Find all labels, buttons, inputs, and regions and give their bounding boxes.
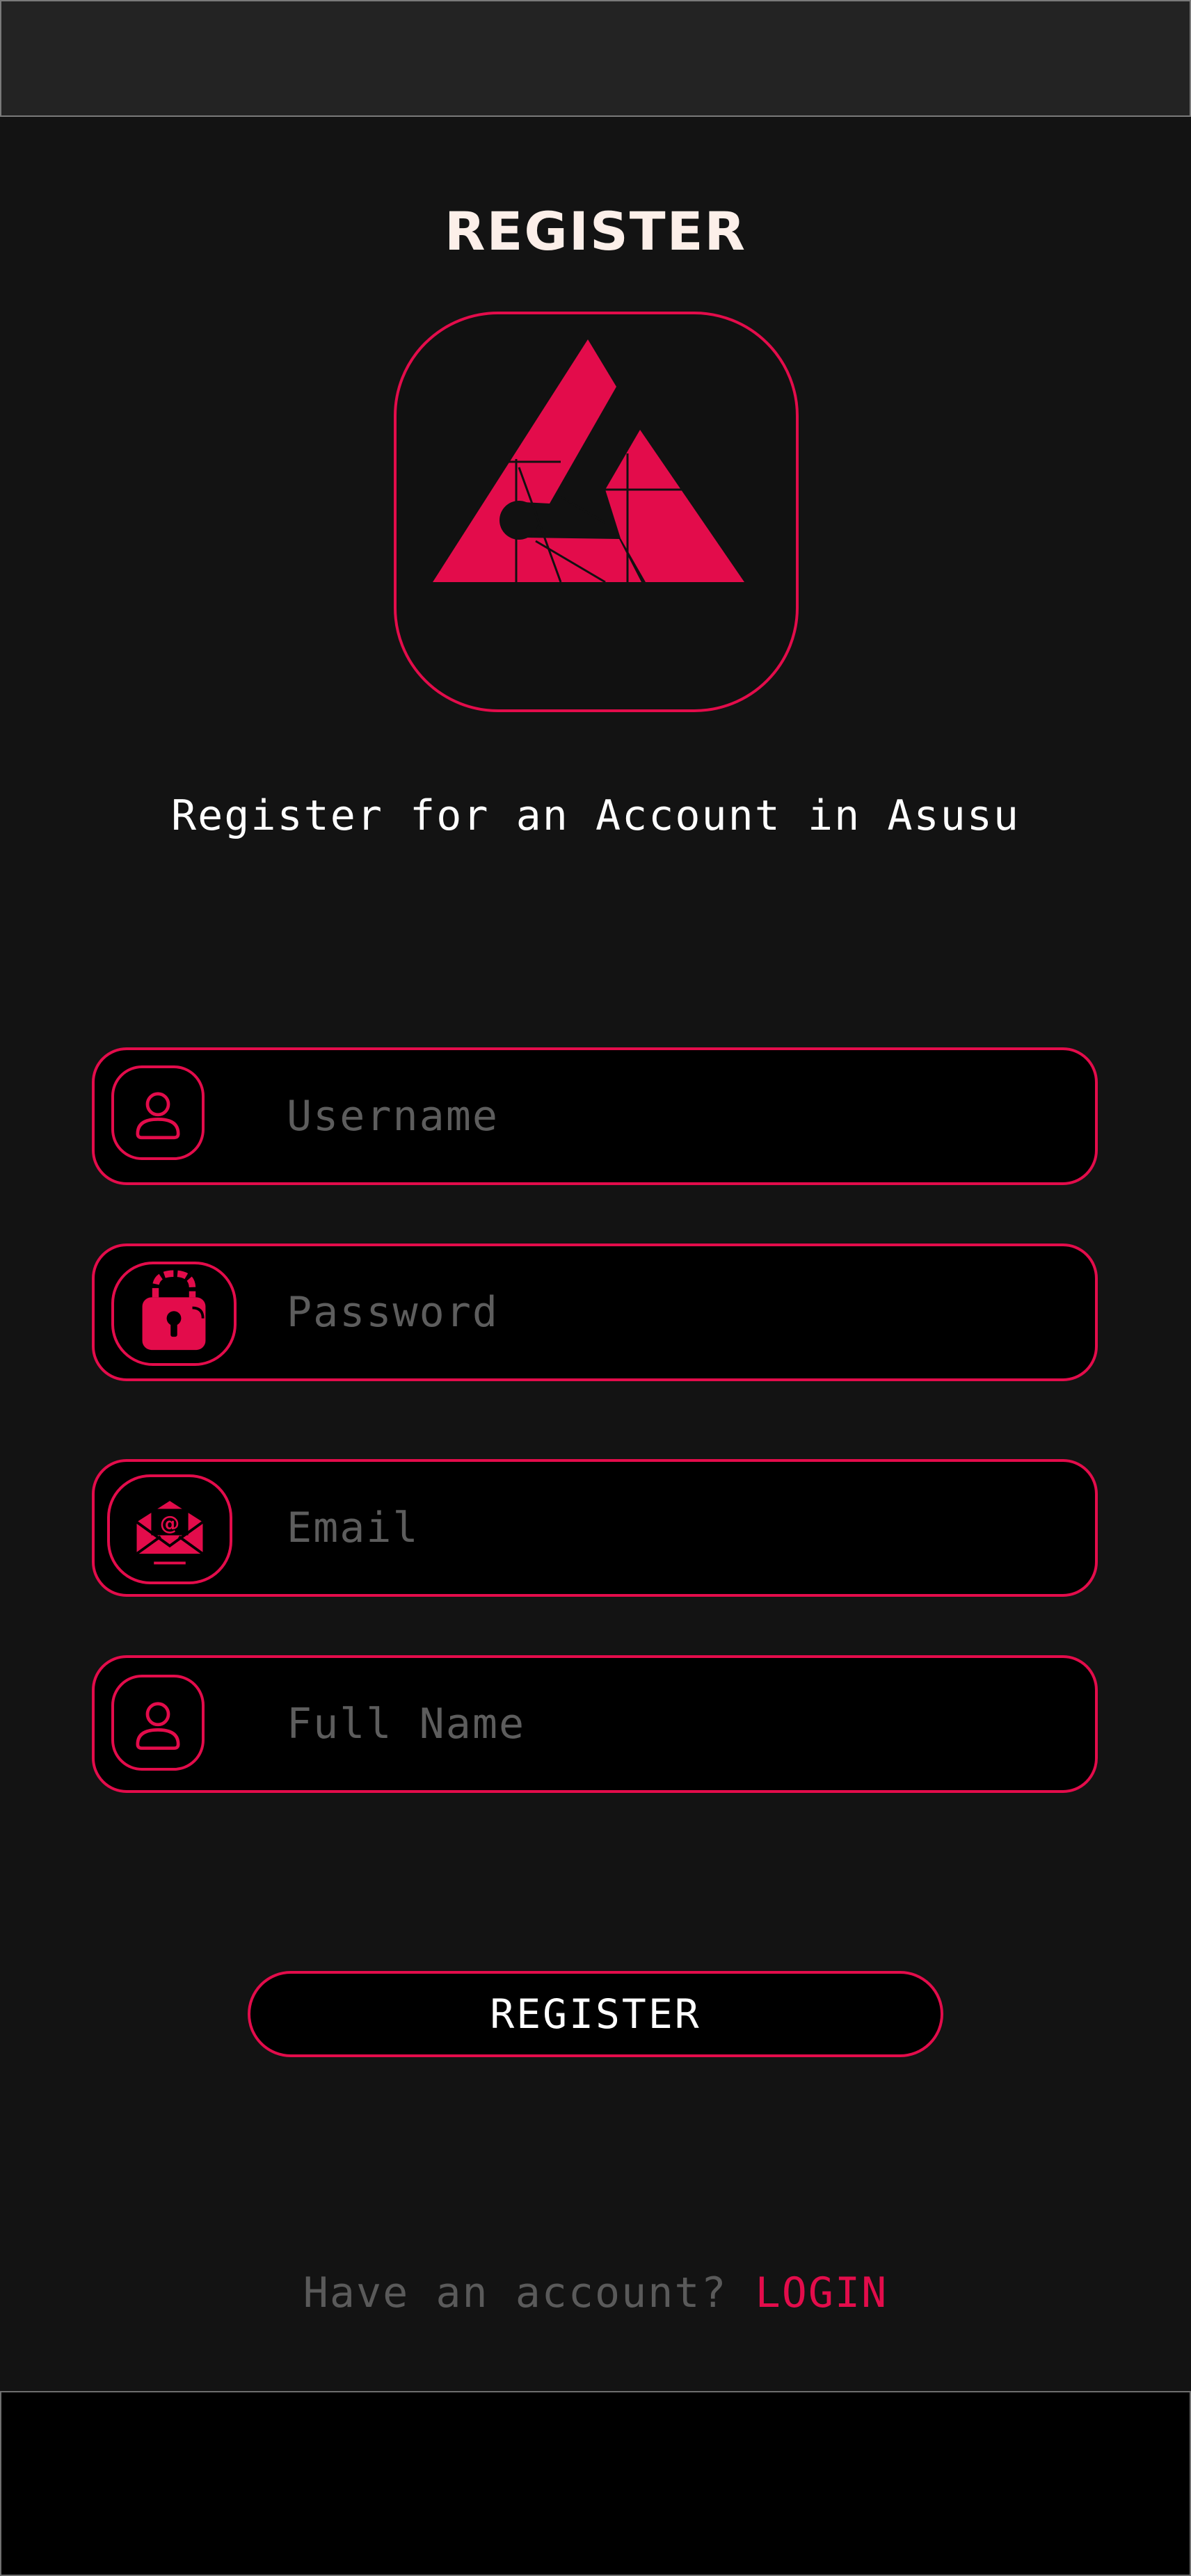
lock-icon <box>111 1262 237 1366</box>
login-prompt: Have an account? LOGIN <box>0 2269 1191 2317</box>
email-field[interactable]: @ <box>92 1459 1098 1597</box>
page-title: REGISTER <box>444 200 747 262</box>
full-name-input[interactable] <box>287 1686 1066 1762</box>
password-input[interactable] <box>287 1274 1066 1351</box>
user-icon <box>111 1065 205 1160</box>
asusu-logo-icon <box>433 339 744 583</box>
username-input[interactable] <box>287 1078 1066 1154</box>
bottom-bar <box>0 2391 1191 2576</box>
have-account-text: Have an account? <box>303 2269 728 2317</box>
svg-text:@: @ <box>160 1512 179 1535</box>
mail-icon: @ <box>107 1474 232 1584</box>
password-field[interactable] <box>92 1243 1098 1381</box>
logo-container <box>394 312 799 712</box>
user-icon <box>111 1675 205 1771</box>
login-link[interactable]: LOGIN <box>756 2269 888 2317</box>
username-field[interactable] <box>92 1047 1098 1185</box>
top-bar <box>0 0 1191 117</box>
page-subtitle: Register for an Account in Asusu <box>171 791 1020 840</box>
full-name-field[interactable] <box>92 1655 1098 1793</box>
register-button[interactable]: REGISTER <box>248 1971 943 2057</box>
email-input[interactable] <box>287 1490 1066 1566</box>
